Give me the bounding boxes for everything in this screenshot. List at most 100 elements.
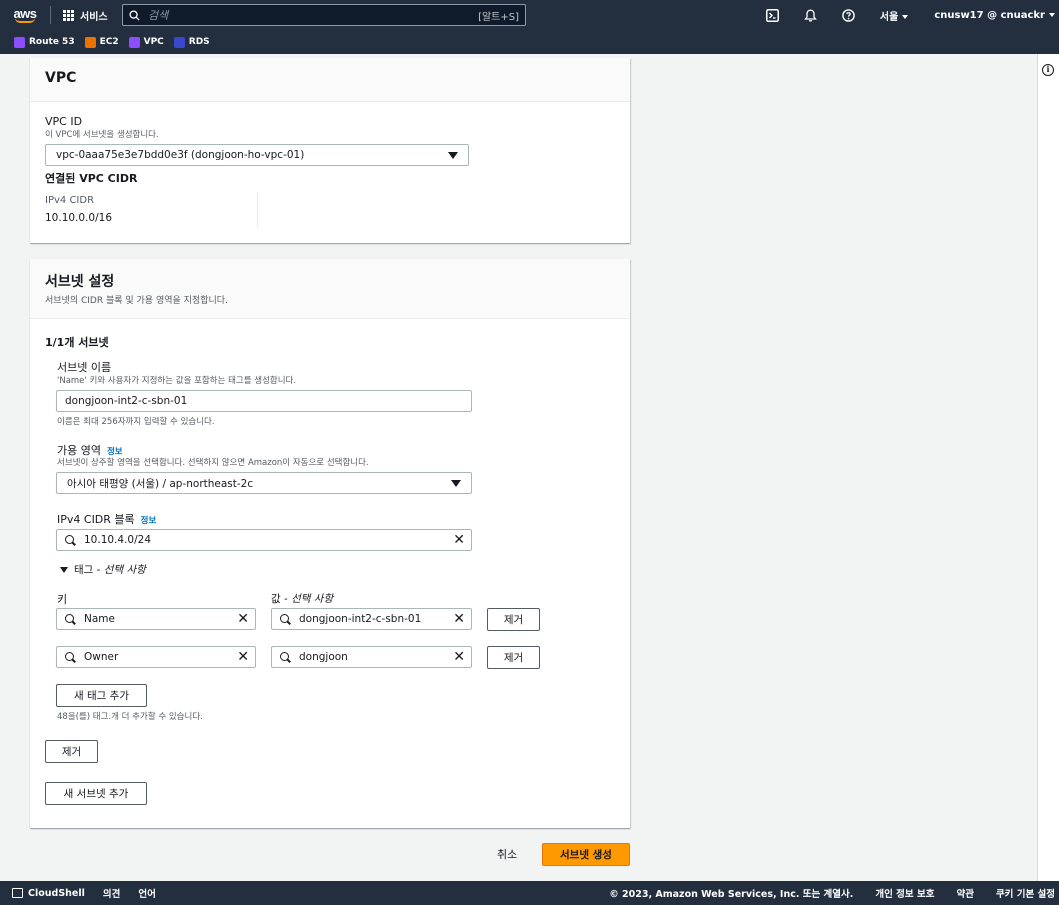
language-link[interactable]: 언어	[138, 886, 155, 900]
cookie-preferences-link[interactable]: 쿠키 기본 설정	[996, 886, 1055, 900]
dropdown-caret-icon	[448, 152, 458, 159]
vpc-id-select[interactable]: vpc-0aaa75e3e7bdd0e3f (dongjoon-ho-vpc-0…	[45, 144, 469, 166]
vpc-panel: VPC VPC ID 이 VPC에 서브넷을 생성합니다. vpc-0aaa75…	[30, 58, 630, 243]
cidr-block-input[interactable]: 10.10.4.0/24 ✕	[56, 529, 472, 551]
subnet-name-label: 서브넷 이름	[57, 361, 112, 374]
subnet-panel-title: 서브넷 설정	[45, 274, 115, 290]
clear-icon[interactable]: ✕	[453, 533, 465, 547]
tag-value-input[interactable]: dongjoon-int2-c-sbn-01 ✕	[271, 608, 472, 630]
clear-icon[interactable]: ✕	[237, 650, 249, 664]
terminal-icon	[12, 888, 23, 898]
tools-panel-rail: i	[1037, 54, 1059, 881]
nav-right-group: 서울 cnusw17 @ cnuackr	[754, 0, 1059, 30]
vpc-icon	[128, 36, 140, 48]
caret-down-icon	[902, 14, 909, 19]
az-description: 서브넷이 상주할 영역을 선택합니다. 선택하지 않으면 Amazon이 자동으…	[57, 458, 369, 468]
search-icon	[65, 613, 76, 625]
vpc-panel-header: VPC	[30, 58, 630, 102]
tag-value-header-label: 값 -	[271, 593, 292, 605]
tags-expand-toggle[interactable]: 태그 - 선택 사항	[60, 562, 146, 577]
subnet-name-value: dongjoon-int2-c-sbn-01	[65, 395, 188, 407]
region-selector[interactable]: 서울	[868, 8, 920, 23]
az-selected-value: 아시아 태평양 (서울) / ap-northeast-2c	[67, 477, 254, 490]
remove-subnet-button[interactable]: 제거	[45, 740, 98, 763]
copyright-text: © 2023, Amazon Web Services, Inc. 또는 계열사…	[609, 889, 854, 900]
cloudshell-footer-button[interactable]: CloudShell	[0, 888, 85, 899]
favorite-label: RDS	[188, 37, 210, 47]
favorite-label: Route 53	[29, 37, 75, 47]
remove-tag-button[interactable]: 제거	[487, 646, 540, 669]
availability-zone-select[interactable]: 아시아 태평양 (서울) / ap-northeast-2c	[56, 472, 472, 494]
search-input[interactable]	[140, 8, 479, 22]
ipv4-cidr-label: IPv4 CIDR	[45, 195, 95, 206]
footer-right-links: © 2023, Amazon Web Services, Inc. 또는 계열사…	[609, 886, 1059, 900]
region-label: 서울	[879, 11, 899, 23]
add-subnet-button[interactable]: 새 서브넷 추가	[45, 782, 147, 805]
clear-icon[interactable]: ✕	[453, 650, 465, 664]
feedback-link[interactable]: 의견	[103, 886, 120, 900]
vpc-id-selected-value: vpc-0aaa75e3e7bdd0e3f (dongjoon-ho-vpc-0…	[56, 149, 305, 161]
search-icon	[129, 9, 140, 21]
services-menu-button[interactable]: 서비스	[51, 8, 120, 23]
favorites-bar: Route 53 EC2 VPC RDS	[0, 30, 1059, 54]
search-icon	[280, 613, 291, 625]
privacy-link[interactable]: 개인 정보 보호	[875, 886, 934, 900]
cidr-info-link[interactable]: 정보	[141, 516, 157, 526]
help-button[interactable]	[830, 8, 868, 22]
tags-toggle-label: 태그 -	[74, 564, 104, 576]
favorite-rds[interactable]: RDS	[173, 36, 210, 48]
subnet-name-input[interactable]: dongjoon-int2-c-sbn-01	[56, 390, 472, 412]
cidr-block-label: IPv4 CIDR 블록	[57, 513, 135, 526]
cloudshell-nav-button[interactable]	[754, 8, 792, 22]
search-box[interactable]: [알트+S]	[122, 4, 526, 26]
tag-value-value: dongjoon-int2-c-sbn-01	[299, 613, 422, 625]
search-icon	[65, 651, 76, 663]
subnet-count-heading: 1/1개 서브넷	[45, 336, 109, 349]
notifications-button[interactable]	[792, 9, 830, 22]
route53-icon	[14, 36, 25, 48]
info-icon[interactable]: i	[1042, 64, 1054, 76]
clear-icon[interactable]: ✕	[237, 612, 249, 626]
subnet-panel-description: 서브넷의 CIDR 블록 및 가용 영역을 지정합니다.	[45, 296, 228, 306]
tag-key-input[interactable]: Name ✕	[56, 608, 256, 630]
favorite-label: VPC	[143, 37, 164, 47]
console-footer: CloudShell 의견 언어 © 2023, Amazon Web Serv…	[0, 881, 1059, 905]
subnet-name-constraint: 이름은 최대 256자까지 입력할 수 있습니다.	[57, 417, 215, 427]
favorite-ec2[interactable]: EC2	[84, 36, 119, 48]
account-menu[interactable]: cnusw17 @ cnuackr	[920, 10, 1059, 21]
terminal-icon	[766, 8, 780, 22]
subnet-name-description: 'Name' 키와 사용자가 지정하는 값을 포함하는 태그를 생성합니다.	[57, 376, 297, 386]
tag-value-input[interactable]: dongjoon ✕	[271, 646, 472, 668]
tag-value-value: dongjoon	[299, 651, 348, 663]
ipv4-cidr-value: 10.10.0.0/16	[45, 212, 112, 224]
rds-icon	[173, 36, 185, 48]
aws-logo[interactable]: aws	[0, 0, 50, 30]
remove-tag-button[interactable]: 제거	[487, 608, 540, 631]
favorite-route53[interactable]: Route 53	[14, 36, 75, 48]
search-shortcut-hint: [알트+S]	[478, 11, 519, 23]
subnet-settings-panel: 서브넷 설정 서브넷의 CIDR 블록 및 가용 영역을 지정합니다. 1/1개…	[30, 259, 630, 828]
vpc-id-description: 이 VPC에 서브넷을 생성합니다.	[45, 130, 159, 140]
tag-value-optional-label: 선택 사항	[291, 593, 334, 605]
column-divider	[257, 192, 258, 228]
search-icon	[65, 534, 76, 546]
cancel-button[interactable]: 취소	[497, 846, 517, 862]
tag-limit-hint: 48을(를) 태그.개 더 추가할 수 있습니다.	[57, 712, 203, 722]
help-icon	[842, 8, 856, 22]
create-subnet-button[interactable]: 서브넷 생성	[542, 843, 630, 866]
clear-icon[interactable]: ✕	[453, 612, 465, 626]
favorite-vpc[interactable]: VPC	[128, 36, 164, 48]
tag-key-input[interactable]: Owner ✕	[56, 646, 256, 668]
aws-smile-icon	[15, 18, 35, 23]
dropdown-caret-icon	[451, 480, 461, 487]
terms-link[interactable]: 약관	[956, 886, 973, 900]
search-icon	[280, 651, 291, 663]
caret-down-icon	[60, 567, 68, 573]
ec2-icon	[84, 36, 96, 48]
tag-key-header: 키	[57, 593, 68, 606]
vpc-id-label: VPC ID	[45, 115, 83, 128]
tags-optional-label: 선택 사항	[103, 564, 146, 576]
tag-key-value: Name	[84, 613, 115, 625]
associated-cidr-heading: 연결된 VPC CIDR	[45, 172, 138, 185]
add-tag-button[interactable]: 새 태그 추가	[56, 684, 147, 707]
